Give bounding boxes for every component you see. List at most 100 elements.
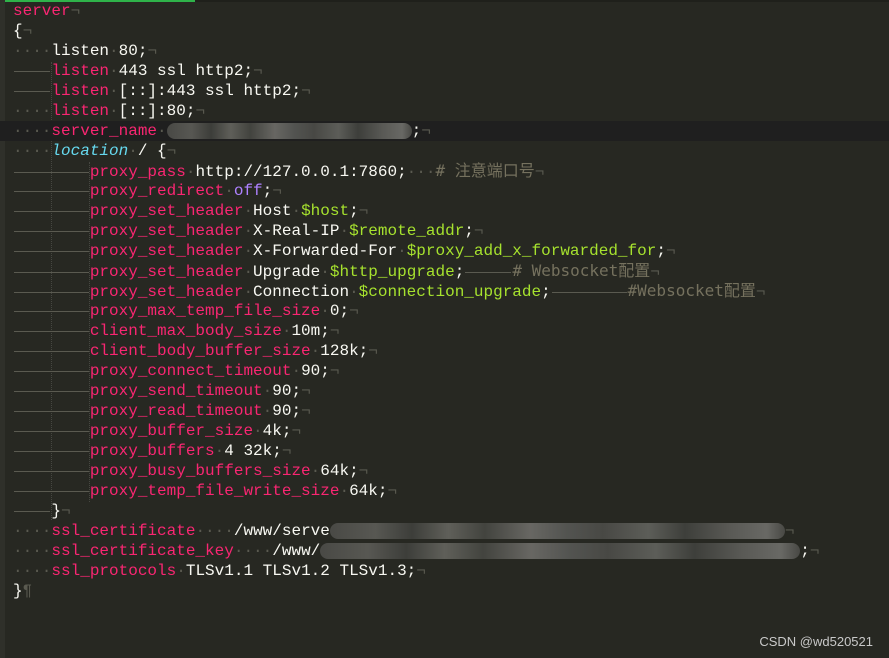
directive: listen xyxy=(51,42,110,60)
directive-value: /www/ xyxy=(272,542,321,560)
redacted-value xyxy=(320,542,801,559)
editor-gutter xyxy=(0,0,5,658)
comment: # Websocket配置 xyxy=(512,261,651,280)
comment: # 注意端口号 xyxy=(435,161,535,180)
directive-value: 90; xyxy=(272,382,302,400)
directive-value: 4k; xyxy=(262,422,292,440)
redacted-value xyxy=(329,522,785,539)
directive-value: TLSv1.1 TLSv1.2 TLSv1.3; xyxy=(185,562,417,580)
variable: $host xyxy=(301,202,350,220)
semicolon: ; xyxy=(454,263,465,281)
code-line: {¬ xyxy=(13,22,33,40)
code-line: proxy_max_temp_file_size·0;¬ xyxy=(13,301,889,321)
code-line: proxy_send_timeout·90;¬ xyxy=(13,381,889,401)
code-line: proxy_pass·http://127.0.0.1:7860;···# 注意… xyxy=(13,161,889,181)
semicolon: ; xyxy=(349,202,359,220)
directive-value: 10m; xyxy=(291,322,330,340)
directive-value: [::]:443 ssl http2; xyxy=(118,82,302,100)
code-line: proxy_set_header·Connection·$connection_… xyxy=(13,281,889,301)
code-line: proxy_busy_buffers_size·64k;¬ xyxy=(13,461,889,481)
code-line: ····location·/ {¬ xyxy=(13,142,177,160)
code-line: listen·[::]:443 ssl http2;¬ xyxy=(13,81,889,101)
code-line: server¬ xyxy=(13,2,81,20)
directive: proxy_buffers xyxy=(89,442,215,460)
semicolon: ; xyxy=(656,242,666,260)
directive: proxy_buffer_size xyxy=(89,422,254,440)
semicolon: ; xyxy=(800,542,810,560)
directive-value: 443 ssl http2; xyxy=(118,62,254,80)
directive-value: /www/serve xyxy=(233,522,330,540)
header-name: X-Forwarded-For xyxy=(253,242,398,260)
directive: proxy_set_header xyxy=(89,283,244,301)
redacted-value xyxy=(166,122,412,139)
directive-value: http://127.0.0.1:7860; xyxy=(195,163,407,181)
directive: proxy_max_temp_file_size xyxy=(89,302,321,320)
directive: proxy_connect_timeout xyxy=(89,362,292,380)
end-of-file-icon: ¶ xyxy=(22,582,33,600)
directive: ssl_certificate xyxy=(51,522,196,540)
open-brace: { xyxy=(13,22,23,40)
code-line: ····ssl_protocols·TLSv1.1 TLSv1.2 TLSv1.… xyxy=(13,562,426,580)
code-line: proxy_buffer_size·4k;¬ xyxy=(13,421,889,441)
directive: proxy_set_header xyxy=(89,242,244,260)
directive-value: 128k; xyxy=(320,342,369,360)
directive-value: [::]:80; xyxy=(118,102,196,120)
code-line: proxy_temp_file_write_size·64k;¬ xyxy=(13,481,889,501)
directive: proxy_set_header xyxy=(89,222,244,240)
code-line: proxy_set_header·Host·$host;¬ xyxy=(13,201,889,221)
directive: listen xyxy=(51,62,110,80)
close-brace: } xyxy=(51,502,62,520)
directive: proxy_pass xyxy=(89,163,186,181)
directive-value: 0; xyxy=(329,302,350,320)
code-line: proxy_set_header·Upgrade·$http_upgrade; … xyxy=(13,261,889,281)
code-line: client_body_buffer_size·128k;¬ xyxy=(13,341,889,361)
code-line: proxy_redirect·off;¬ xyxy=(13,181,889,201)
directive: listen xyxy=(51,102,110,120)
directive-value: 64k; xyxy=(349,482,388,500)
semicolon: ; xyxy=(464,222,474,240)
directive: proxy_busy_buffers_size xyxy=(89,462,311,480)
directive: proxy_redirect xyxy=(89,182,225,200)
directive: proxy_set_header xyxy=(89,263,244,281)
code-line: }¬ xyxy=(13,501,889,521)
directive: proxy_temp_file_write_size xyxy=(89,482,340,500)
directive-value: / { xyxy=(137,142,167,160)
code-line-current: ····server_name· ;¬ xyxy=(0,121,889,141)
code-line: }¶ xyxy=(13,581,889,601)
variable: $connection_upgrade xyxy=(358,283,542,301)
code-line: proxy_connect_timeout·90;¬ xyxy=(13,361,889,381)
directive-value: 4 32k; xyxy=(224,442,282,460)
header-name: Upgrade xyxy=(253,263,321,281)
variable: $remote_addr xyxy=(349,222,465,240)
directive: proxy_set_header xyxy=(89,202,244,220)
constant-value: off xyxy=(233,182,263,200)
directive: server_name xyxy=(51,122,158,140)
code-line: proxy_read_timeout·90;¬ xyxy=(13,401,889,421)
close-brace: } xyxy=(13,582,23,600)
directive-value: 80; xyxy=(118,42,148,60)
directive-value: 90; xyxy=(272,402,302,420)
location-keyword: location xyxy=(51,142,129,160)
variable: $proxy_add_x_forwarded_for xyxy=(406,242,657,260)
directive-value: 90; xyxy=(301,362,330,380)
code-line: ····listen·[::]:80;¬ xyxy=(13,102,206,120)
directive: ssl_certificate_key xyxy=(51,542,234,560)
code-line: listen·443 ssl http2;¬ xyxy=(13,61,889,81)
code-line: ····ssl_certificate_key····/www/;¬ xyxy=(13,542,820,560)
variable: $http_upgrade xyxy=(329,263,455,281)
header-name: X-Real-IP xyxy=(253,222,340,240)
semicolon: ; xyxy=(541,283,551,301)
code-line: proxy_buffers·4 32k;¬ xyxy=(13,441,889,461)
semicolon: ; xyxy=(262,182,273,200)
directive: proxy_read_timeout xyxy=(89,402,263,420)
header-name: Connection xyxy=(253,283,350,301)
directive-value: 64k; xyxy=(320,462,359,480)
comment: #Websocket配置 xyxy=(627,281,756,300)
code-editor[interactable]: server¬ {¬ ····listen·80;¬ listen·443 ss… xyxy=(0,1,889,601)
code-line: proxy_set_header·X-Real-IP·$remote_addr;… xyxy=(13,221,889,241)
server-keyword: server xyxy=(13,2,71,20)
directive: client_max_body_size xyxy=(89,322,282,340)
directive: client_body_buffer_size xyxy=(89,342,311,360)
directive: proxy_send_timeout xyxy=(89,382,263,400)
header-name: Host xyxy=(253,202,292,220)
